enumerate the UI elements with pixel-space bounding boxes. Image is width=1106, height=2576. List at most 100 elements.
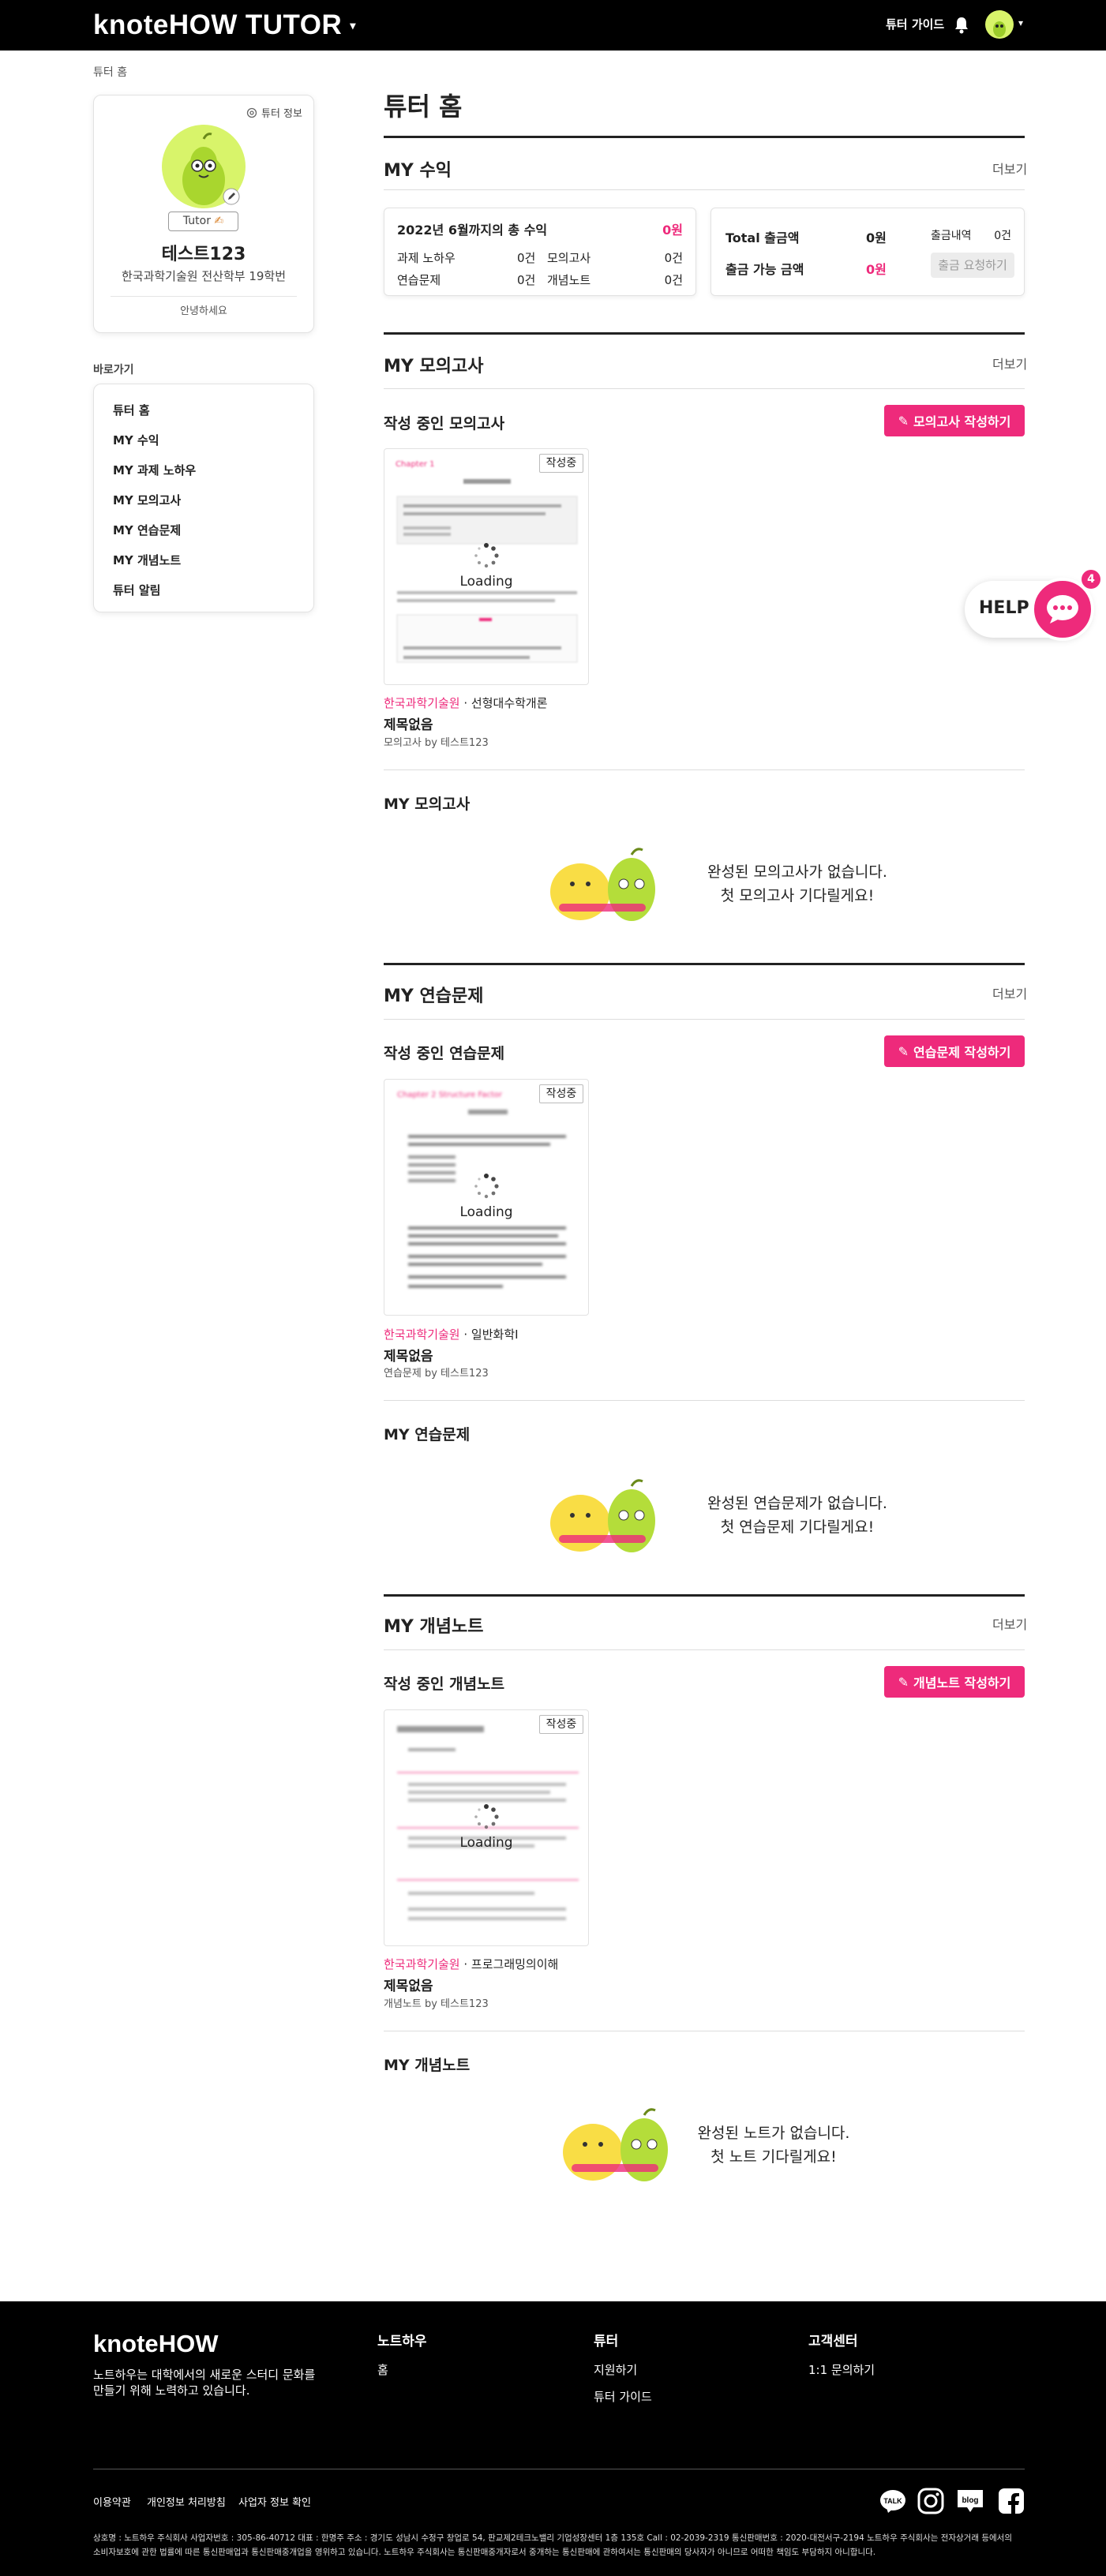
mock-section-title: MY 모의고사 xyxy=(384,357,484,376)
footer-logo-how: HOW xyxy=(158,2330,219,2357)
nav-item-my-knowhow[interactable]: MY 과제 노하우 xyxy=(113,462,196,478)
create-notes-label: 개념노트 작성하기 xyxy=(913,1676,1011,1690)
practice-item-title[interactable]: 제목없음 xyxy=(384,1345,433,1365)
nav-item-my-practice[interactable]: MY 연습문제 xyxy=(113,522,181,538)
wip-badge: 작성중 xyxy=(539,1084,583,1103)
kakao-talk-icon[interactable]: TALK xyxy=(879,2488,906,2514)
mock-wip-title: 작성 중인 모의고사 xyxy=(384,415,505,432)
revenue-summary-card: 2022년 6월까지의 총 수익 0원 과제 노하우 0건 모의고사 0건 연습… xyxy=(384,208,696,296)
mock-thumbnail[interactable]: Chapter 1 작성중 Loading xyxy=(384,448,589,685)
notes-more-link[interactable]: 더보기 xyxy=(992,1614,1027,1633)
footer-link-apply[interactable]: 지원하기 xyxy=(594,2361,637,2378)
withdraw-history-label[interactable]: 출금내역 xyxy=(931,227,972,243)
school-name: 한국과학기술원 xyxy=(384,1957,460,1971)
tutor-info-link[interactable]: 튜터 정보 xyxy=(246,105,302,120)
practice-done-title: MY 연습문제 xyxy=(384,1426,471,1443)
section-bar xyxy=(384,1594,1025,1597)
svg-text:TALK: TALK xyxy=(883,2497,902,2505)
practice-meta: 한국과학기술원 · 일반화학I xyxy=(384,1326,519,1342)
practice-empty-message: 완성된 연습문제가 없습니다. 첫 연습문제 기다릴게요! xyxy=(679,1492,916,1539)
notes-empty-message: 완성된 노트가 없습니다. 첫 노트 기다릴게요! xyxy=(679,2121,868,2169)
create-mock-button[interactable]: ✎ 모의고사 작성하기 xyxy=(884,405,1025,436)
practice-more-link[interactable]: 더보기 xyxy=(992,983,1027,1002)
help-label: HELP xyxy=(979,598,1029,618)
instagram-icon[interactable] xyxy=(917,2488,944,2514)
facebook-icon[interactable] xyxy=(998,2488,1025,2514)
create-practice-button[interactable]: ✎ 연습문제 작성하기 xyxy=(884,1035,1025,1067)
logo-knote: knote xyxy=(93,9,169,40)
empty-line: 완성된 연습문제가 없습니다. xyxy=(707,1495,887,1512)
mock-meta: 한국과학기술원 · 선형대수학개론 xyxy=(384,695,548,711)
wip-badge: 작성중 xyxy=(539,1715,583,1734)
chevron-down-icon[interactable]: ▾ xyxy=(350,19,356,32)
footer-col-title: 고객센터 xyxy=(808,2334,858,2349)
notes-wip-title: 작성 중인 개념노트 xyxy=(384,1676,505,1693)
user-name: 테스트123 xyxy=(161,245,246,264)
footer-link-tutor-guide[interactable]: 튜터 가이드 xyxy=(594,2388,652,2405)
spinner-icon xyxy=(474,1804,499,1829)
notes-item-title[interactable]: 제목없음 xyxy=(384,1975,433,1994)
divider xyxy=(384,1649,1025,1650)
loading-label: Loading xyxy=(459,1835,513,1851)
bell-icon[interactable] xyxy=(953,16,970,35)
available-label: 출금 가능 금액 xyxy=(725,262,804,277)
nav-item-my-notes[interactable]: MY 개념노트 xyxy=(113,552,181,568)
mock-item-title[interactable]: 제목없음 xyxy=(384,713,433,733)
pencil-icon: ✎ xyxy=(898,1674,909,1690)
empty-line: 첫 노트 기다릴게요! xyxy=(710,2148,837,2166)
create-mock-label: 모의고사 작성하기 xyxy=(913,414,1011,429)
notes-done-title: MY 개념노트 xyxy=(384,2057,471,2074)
loading-label: Loading xyxy=(459,1204,513,1220)
school-name: 한국과학기술원 xyxy=(384,1327,460,1342)
available-value: 0원 xyxy=(866,262,887,277)
footer-description: 만들기 위해 노력하고 있습니다. xyxy=(93,2383,250,2398)
mock-empty-message: 완성된 모의고사가 없습니다. 첫 모의고사 기다릴게요! xyxy=(679,860,916,908)
empty-line: 완성된 모의고사가 없습니다. xyxy=(707,863,887,881)
withdraw-request-button[interactable]: 출금 요청하기 xyxy=(931,253,1014,278)
chat-bubble-icon[interactable] xyxy=(1031,578,1094,641)
divider xyxy=(384,388,1025,389)
user-greeting: 안녕하세요 xyxy=(180,305,227,317)
divider xyxy=(111,296,297,297)
revenue-more-link[interactable]: 더보기 xyxy=(992,159,1027,178)
revenue-row-label: 연습문제 xyxy=(397,273,441,287)
logo[interactable]: knote HOW TUTOR ▾ xyxy=(93,9,356,41)
avatar[interactable] xyxy=(985,10,1014,39)
footer-link-terms[interactable]: 이용약관 xyxy=(93,2494,131,2509)
svg-text:blog: blog xyxy=(962,2496,978,2505)
practice-thumbnail[interactable]: Chapter 2 Structure Factor 작성중 Loading xyxy=(384,1079,589,1316)
footer-link-privacy[interactable]: 개인정보 처리방침 xyxy=(147,2494,226,2509)
tutor-guide-link[interactable]: 튜터 가이드 xyxy=(886,16,944,32)
spinner-icon xyxy=(474,1174,499,1199)
nav-item-my-mock[interactable]: MY 모의고사 xyxy=(113,492,181,508)
tutor-info-label: 튜터 정보 xyxy=(261,108,302,120)
divider xyxy=(384,189,1025,190)
footer-link-home[interactable]: 홈 xyxy=(377,2361,388,2378)
footer-col-title: 노트하우 xyxy=(377,2334,427,2349)
edit-avatar-icon[interactable] xyxy=(223,188,240,205)
logo-how: HOW xyxy=(168,9,238,40)
loading-indicator: Loading xyxy=(384,1803,588,1851)
breadcrumb: 튜터 홈 xyxy=(93,66,128,79)
chevron-down-icon[interactable]: ▾ xyxy=(1018,17,1023,28)
practice-section-title: MY 연습문제 xyxy=(384,987,484,1006)
mock-more-link[interactable]: 더보기 xyxy=(992,354,1027,373)
nav-item-tutor-home[interactable]: 튜터 홈 xyxy=(113,402,150,418)
divider xyxy=(384,1019,1025,1020)
nav-item-my-revenue[interactable]: MY 수익 xyxy=(113,432,159,448)
revenue-row-value: 0건 xyxy=(664,273,683,287)
footer-link-inquiry[interactable]: 1:1 문의하기 xyxy=(808,2361,875,2378)
loading-indicator: Loading xyxy=(384,542,588,590)
nav-item-tutor-alerts[interactable]: 튜터 알림 xyxy=(113,582,160,598)
footer-logo[interactable]: knoteHOW xyxy=(93,2330,218,2358)
revenue-row-label: 모의고사 xyxy=(547,251,591,265)
blog-icon[interactable]: blog xyxy=(955,2488,983,2514)
footer-link-business[interactable]: 사업자 정보 확인 xyxy=(238,2494,311,2509)
loading-indicator: Loading xyxy=(384,1173,588,1220)
create-notes-button[interactable]: ✎ 개념노트 작성하기 xyxy=(884,1666,1025,1698)
empty-characters-illustration xyxy=(557,2101,676,2188)
footer-legal-text: 소비자보호에 관한 법률에 따른 통신판매업과 통신판매중개업을 영위하고 있습… xyxy=(93,2548,876,2557)
notes-thumbnail[interactable]: 작성중 Loading xyxy=(384,1709,589,1946)
total-revenue-value: 0원 xyxy=(662,223,683,238)
course-name: 일반화학I xyxy=(471,1327,519,1342)
